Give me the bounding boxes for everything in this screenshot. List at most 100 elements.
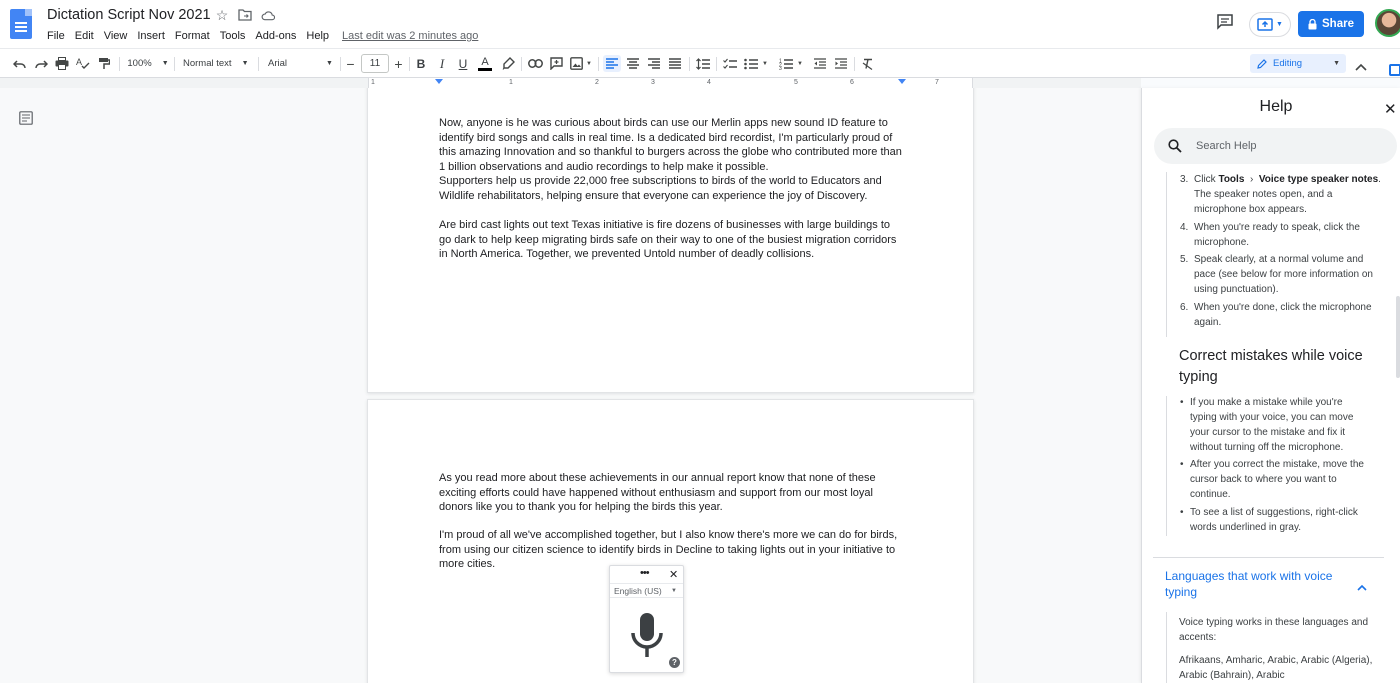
menu-insert[interactable]: Insert (132, 29, 170, 43)
decrease-font-size-button[interactable]: − (344, 55, 357, 72)
ruler-number: 6 (850, 79, 854, 86)
spellcheck-icon[interactable]: A (75, 55, 91, 72)
align-right-icon[interactable] (646, 55, 662, 72)
italic-icon[interactable]: I (435, 55, 449, 72)
highlight-icon[interactable] (500, 55, 516, 72)
comment-icon[interactable] (548, 55, 564, 72)
present-button[interactable]: ▼ (1249, 12, 1291, 37)
chevron-down-icon: ▼ (797, 60, 803, 67)
last-edit-link[interactable]: Last edit was 2 minutes ago (342, 30, 478, 42)
menu-help[interactable]: Help (301, 29, 334, 43)
document-outline-icon[interactable] (19, 111, 33, 125)
document-page-1[interactable]: Now, anyone is he was curious about bird… (368, 88, 973, 392)
increase-indent-icon[interactable] (833, 55, 849, 72)
close-icon[interactable]: ✕ (1384, 100, 1397, 118)
keep-icon[interactable] (1389, 64, 1400, 76)
document-title[interactable]: Dictation Script Nov 2021 (47, 7, 211, 23)
zoom-select[interactable]: 100% ▼ (127, 55, 169, 72)
document-canvas[interactable]: Now, anyone is he was curious about bird… (0, 88, 1141, 683)
share-label: Share (1322, 18, 1354, 30)
print-icon[interactable] (54, 55, 70, 72)
ruler: 1 1 2 3 4 5 6 7 (0, 78, 1141, 88)
chevron-down-icon: ▼ (161, 60, 169, 67)
chevron-up-icon[interactable] (1357, 578, 1367, 591)
close-icon[interactable]: ✕ (669, 568, 678, 581)
help-scrollbar[interactable] (1396, 296, 1400, 378)
menu-format[interactable]: Format (170, 29, 215, 43)
menu-addons[interactable]: Add-ons (250, 29, 301, 43)
help-bullet-1: If you make a mistake while you're typin… (1180, 395, 1370, 455)
font-value: Arial (268, 58, 288, 69)
image-icon[interactable]: ▼ (569, 55, 593, 72)
align-center-icon[interactable] (625, 55, 641, 72)
decrease-indent-icon[interactable] (812, 55, 828, 72)
languages-intro: Voice typing works in these languages an… (1179, 617, 1369, 643)
voice-language-label: English (US) (614, 586, 662, 596)
right-indent-marker[interactable] (898, 79, 906, 84)
voice-typing-widget: ••• ✕ English (US) ▼ ? (609, 565, 684, 673)
paragraph-3[interactable]: Are bird cast lights out text Texas init… (439, 218, 904, 262)
paragraph-2[interactable]: Supporters help us provide 22,000 free s… (439, 174, 904, 203)
line-spacing-icon[interactable] (695, 55, 711, 72)
left-indent-marker[interactable] (435, 79, 443, 84)
bullets-divider (1166, 396, 1167, 536)
step-text: Click (1194, 174, 1219, 185)
step-number: 6. (1180, 302, 1189, 313)
ruler-number: 4 (707, 79, 711, 86)
menu-view[interactable]: View (99, 29, 133, 43)
font-select[interactable]: Arial ▼ (268, 55, 338, 72)
step-bold: Voice type speaker notes (1258, 174, 1379, 185)
help-section-heading: Correct mistakes while voice typing (1179, 348, 1363, 385)
more-options-icon[interactable]: ••• (640, 567, 650, 579)
paragraph-1[interactable]: Now, anyone is he was curious about bird… (439, 116, 904, 174)
step-text: When you're ready to speak, click the mi… (1194, 222, 1360, 248)
redo-icon[interactable] (33, 55, 49, 72)
help-icon[interactable]: ? (669, 657, 680, 668)
editing-mode-select[interactable]: Editing ▼ (1250, 54, 1346, 73)
cloud-status-icon[interactable] (261, 8, 275, 22)
avatar[interactable] (1375, 9, 1400, 37)
numbered-list-icon[interactable]: 123 ▼ (777, 55, 805, 72)
step-number: 5. (1180, 254, 1189, 265)
style-select[interactable]: Normal text ▼ (183, 55, 253, 72)
help-bullet-3: To see a list of suggestions, right-clic… (1180, 505, 1370, 535)
menu-edit[interactable]: Edit (70, 29, 99, 43)
increase-font-size-button[interactable]: + (392, 55, 405, 72)
docs-logo-icon[interactable] (10, 9, 32, 39)
ruler-number: 1 (509, 79, 513, 86)
svg-text:3: 3 (779, 66, 782, 70)
align-left-icon[interactable] (603, 55, 621, 72)
checklist-icon[interactable] (722, 55, 738, 72)
languages-list: Afrikaans, Amharic, Arabic, Arabic (Alge… (1179, 655, 1373, 681)
ruler-number: 3 (651, 79, 655, 86)
chevron-up-icon[interactable] (1355, 58, 1367, 71)
voice-language-select[interactable]: English (US) ▼ (610, 583, 683, 598)
steps-divider (1166, 172, 1167, 337)
link-icon[interactable] (527, 55, 543, 72)
help-search-input[interactable]: Search Help (1154, 128, 1397, 164)
voice-widget-header[interactable]: ••• ✕ (610, 566, 683, 583)
bold-icon[interactable]: B (414, 55, 428, 72)
paragraph-4[interactable]: As you read more about these achievement… (439, 471, 904, 515)
star-icon[interactable]: ☆ (215, 8, 229, 22)
microphone-icon[interactable] (629, 613, 665, 664)
menu-file[interactable]: File (47, 29, 70, 43)
font-size-input[interactable]: 11 (361, 54, 389, 73)
editing-mode-label: Editing (1273, 58, 1303, 69)
paint-format-icon[interactable] (96, 55, 112, 72)
justify-icon[interactable] (667, 55, 683, 72)
chevron-down-icon: ▼ (241, 60, 249, 67)
move-folder-icon[interactable] (238, 8, 252, 22)
languages-section-toggle[interactable]: Languages that work with voice typing (1165, 569, 1350, 600)
share-button[interactable]: Share (1298, 11, 1364, 37)
menu-tools[interactable]: Tools (215, 29, 251, 43)
underline-icon[interactable]: U (456, 55, 470, 72)
present-icon (1257, 18, 1273, 31)
text-color-icon[interactable]: A (477, 55, 493, 72)
undo-icon[interactable] (12, 55, 28, 72)
bullet-list-icon[interactable]: ▼ (743, 55, 769, 72)
step-text: Speak clearly, at a normal volume and pa… (1194, 254, 1373, 295)
chevron-down-icon: ▼ (326, 60, 333, 67)
clear-formatting-icon[interactable] (860, 55, 876, 72)
comments-icon[interactable] (1216, 14, 1234, 30)
